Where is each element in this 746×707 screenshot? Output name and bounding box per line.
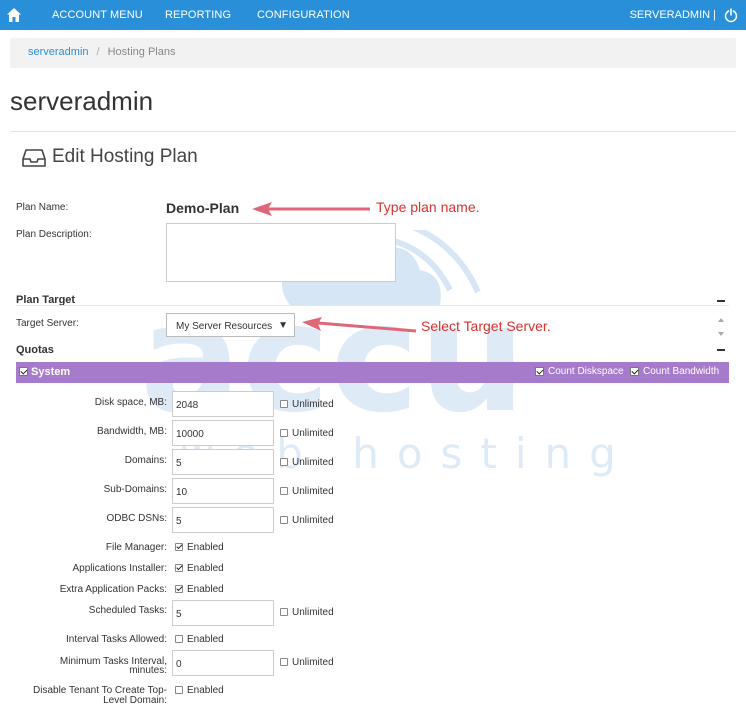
- collapse-plan-target-icon[interactable]: [717, 300, 725, 302]
- interval-tasks-checkbox[interactable]: [175, 635, 183, 643]
- nav-reporting[interactable]: REPORTING: [165, 9, 231, 21]
- user-menu[interactable]: SERVERADMIN |: [630, 9, 716, 21]
- odbc-dsns-unlimited-checkbox[interactable]: [280, 516, 288, 524]
- plan-name-label: Plan Name:: [16, 202, 69, 213]
- plan-description-textarea[interactable]: [166, 223, 396, 282]
- target-server-label: Target Server:: [16, 318, 79, 329]
- breadcrumb: serveradmin / Hosting Plans: [10, 38, 736, 68]
- annotation-target-server: Select Target Server.: [421, 318, 551, 334]
- unlimited-label: Unlimited: [292, 399, 334, 410]
- enabled-label: Enabled: [187, 634, 224, 645]
- enabled-label: Enabled: [187, 584, 224, 595]
- domains-label: Domains:: [124, 455, 167, 466]
- disk-space-label: Disk space, MB:: [94, 397, 167, 408]
- divider: [10, 131, 736, 132]
- mini-scroll-icon[interactable]: [715, 315, 727, 339]
- unlimited-label: Unlimited: [292, 428, 334, 439]
- enabled-label: Enabled: [187, 685, 224, 696]
- file-manager-label: File Manager:: [105, 542, 167, 553]
- system-bar: System Count Diskspace Count Bandwidth: [16, 362, 729, 383]
- bandwidth-unlimited-checkbox[interactable]: [280, 429, 288, 437]
- scheduled-tasks-unlimited-checkbox[interactable]: [280, 608, 288, 616]
- applications-installer-label: Applications Installer:: [72, 563, 168, 574]
- home-icon[interactable]: [6, 7, 22, 23]
- plan-name-field[interactable]: Demo-Plan: [166, 200, 239, 216]
- applications-installer-checkbox[interactable]: [175, 564, 183, 572]
- unlimited-label: Unlimited: [292, 457, 334, 468]
- target-server-value: My Server Resources: [176, 321, 273, 332]
- quotas-heading: Quotas: [16, 344, 54, 356]
- scheduled-tasks-input[interactable]: 5: [172, 600, 274, 626]
- plan-description-label: Plan Description:: [16, 229, 92, 240]
- min-tasks-interval-label-2: minutes:: [129, 665, 167, 676]
- sub-domains-label: Sub-Domains:: [103, 484, 167, 495]
- breadcrumb-separator: /: [96, 46, 100, 58]
- file-manager-checkbox[interactable]: [175, 543, 183, 551]
- unlimited-label: Unlimited: [292, 486, 334, 497]
- breadcrumb-root-link[interactable]: serveradmin: [28, 46, 89, 58]
- sub-domains-unlimited-checkbox[interactable]: [280, 487, 288, 495]
- inbox-icon: [22, 149, 46, 167]
- enabled-label: Enabled: [187, 563, 224, 574]
- system-title: System: [31, 366, 71, 378]
- odbc-dsns-input[interactable]: 5: [172, 507, 274, 533]
- target-server-select[interactable]: My Server Resources ▼: [166, 313, 295, 337]
- disk-space-unlimited-checkbox[interactable]: [280, 400, 288, 408]
- nav-account-menu[interactable]: ACCOUNT MENU: [52, 9, 143, 21]
- extra-application-packs-checkbox[interactable]: [175, 585, 183, 593]
- bandwidth-label: Bandwidth, MB:: [96, 426, 167, 437]
- nav-configuration[interactable]: CONFIGURATION: [257, 9, 350, 21]
- domains-input[interactable]: 5: [172, 449, 274, 475]
- disable-tenant-label-2: Level Domain:: [103, 695, 167, 706]
- odbc-dsns-label: ODBC DSNs:: [106, 513, 167, 524]
- caret-down-icon: ▼: [278, 320, 288, 331]
- collapse-quotas-icon[interactable]: [717, 349, 725, 351]
- system-checkbox[interactable]: [19, 367, 28, 376]
- arrow-icon: [252, 202, 370, 216]
- count-bandwidth-checkbox[interactable]: [630, 367, 639, 376]
- min-tasks-interval-unlimited-checkbox[interactable]: [280, 658, 288, 666]
- enabled-label: Enabled: [187, 542, 224, 553]
- interval-tasks-label: Interval Tasks Allowed:: [66, 634, 167, 645]
- unlimited-label: Unlimited: [292, 657, 334, 668]
- extra-application-packs-label: Extra Application Packs:: [59, 584, 167, 595]
- count-diskspace-checkbox[interactable]: [535, 367, 544, 376]
- top-nav-bar: ACCOUNT MENU REPORTING CONFIGURATION SER…: [0, 0, 746, 30]
- unlimited-label: Unlimited: [292, 607, 334, 618]
- disk-space-input[interactable]: 2048: [172, 391, 274, 417]
- count-diskspace-label: Count Diskspace: [548, 366, 624, 377]
- sub-domains-input[interactable]: 10: [172, 478, 274, 504]
- bandwidth-input[interactable]: 10000: [172, 420, 274, 446]
- scheduled-tasks-label: Scheduled Tasks:: [88, 605, 167, 616]
- disable-tenant-checkbox[interactable]: [175, 686, 183, 694]
- breadcrumb-current: Hosting Plans: [107, 46, 176, 58]
- section-title: Edit Hosting Plan: [52, 146, 198, 167]
- power-icon[interactable]: [723, 7, 739, 23]
- count-bandwidth-label: Count Bandwidth: [643, 366, 720, 377]
- arrow-icon: [302, 317, 417, 333]
- divider: [16, 305, 729, 306]
- annotation-plan-name: Type plan name.: [376, 199, 480, 215]
- domains-unlimited-checkbox[interactable]: [280, 458, 288, 466]
- min-tasks-interval-input[interactable]: 0: [172, 650, 274, 676]
- page-title: serveradmin: [10, 86, 154, 116]
- unlimited-label: Unlimited: [292, 515, 334, 526]
